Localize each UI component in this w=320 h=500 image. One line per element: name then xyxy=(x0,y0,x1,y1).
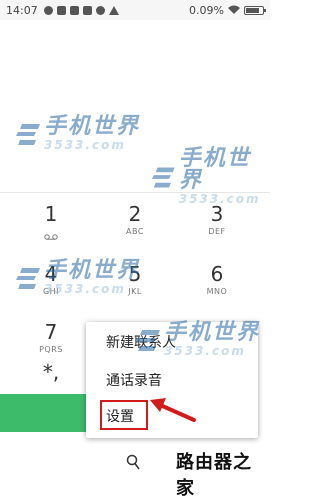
menu-item-call-recording[interactable]: 通话录音 xyxy=(106,370,162,390)
watermark-logo-icon xyxy=(136,329,160,351)
battery-percent: 0.09% xyxy=(189,3,224,17)
warning-icon xyxy=(108,5,119,15)
image-icon xyxy=(82,5,92,15)
key-letters: MNO xyxy=(206,287,228,296)
watermark-title: 手机世界 xyxy=(178,146,251,193)
key-digit: 2 xyxy=(128,202,142,226)
notification-icons xyxy=(43,5,119,15)
key-2[interactable]: 2 ABC xyxy=(90,195,180,253)
watermark: 手机世界 3533.com xyxy=(134,322,260,357)
watermark-title: 手机世界 xyxy=(44,258,141,283)
watermark-logo-icon xyxy=(16,123,40,145)
bottom-watermark: 路由器之家 xyxy=(176,452,252,499)
watermark-sub: 3533.com xyxy=(44,138,126,152)
key-letters: ABC xyxy=(126,227,144,236)
app-notification-icon xyxy=(56,5,66,15)
key-digit: 1 xyxy=(44,202,58,226)
call-button[interactable] xyxy=(0,394,90,432)
watermark-title: 手机世界 xyxy=(44,114,141,139)
key-6[interactable]: 6 MNO xyxy=(172,255,262,313)
watermark-sub: 3533.com xyxy=(164,344,246,358)
watermark: 手机世界 3533.com xyxy=(14,260,140,295)
watermark-sub: 3533.com xyxy=(44,282,126,296)
wifi-icon xyxy=(228,5,240,14)
status-time: 14:07 xyxy=(6,3,38,17)
battery-icon xyxy=(244,5,266,15)
watermark-logo-icon xyxy=(16,267,40,289)
status-bar: 14:07 0.09% xyxy=(0,0,270,20)
status-right: 0.09% xyxy=(189,0,266,20)
message-icon xyxy=(43,5,53,15)
key-digit: 3 xyxy=(210,202,224,226)
watermark-title: 手机世界 xyxy=(164,320,261,345)
voicemail-icon xyxy=(44,234,58,240)
watermark: 手机世界 3533.com xyxy=(14,116,140,151)
key-digit: 6 xyxy=(210,262,224,286)
check-icon xyxy=(95,5,105,15)
key-3[interactable]: 3 DEF xyxy=(172,195,262,253)
settings-highlight-box xyxy=(100,400,148,430)
key-1[interactable]: 1 xyxy=(6,195,96,253)
key-letters: DEF xyxy=(208,227,226,236)
search-icon[interactable] xyxy=(126,454,140,470)
key-digit: 7 xyxy=(44,320,58,344)
watermark-logo-icon xyxy=(151,166,175,187)
red-arrow-icon xyxy=(150,398,196,422)
key-digit: *, xyxy=(42,360,60,384)
clipboard-icon xyxy=(69,5,79,15)
